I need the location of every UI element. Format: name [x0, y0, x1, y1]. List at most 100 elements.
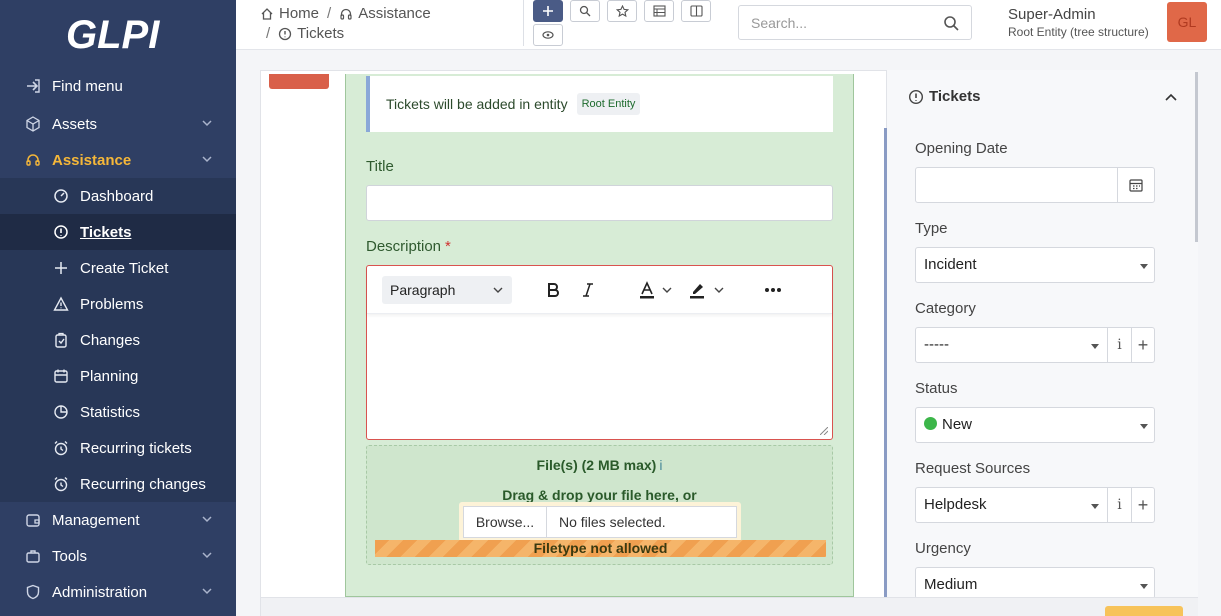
- view-toggle-button[interactable]: [533, 24, 563, 46]
- sidebar-item-planning[interactable]: Planning: [0, 358, 236, 394]
- header-divider: [523, 0, 524, 46]
- info-icon[interactable]: i: [659, 457, 662, 473]
- opening-date-label: Opening Date: [915, 140, 1008, 157]
- sidebar-item-management[interactable]: Management: [0, 502, 236, 538]
- sidebar-item-dashboard[interactable]: Dashboard: [0, 178, 236, 214]
- paragraph-style-select[interactable]: Paragraph: [382, 276, 512, 304]
- search-icon[interactable]: [943, 15, 959, 31]
- calendar-icon: [52, 367, 70, 385]
- chevron-down-icon: [202, 156, 212, 163]
- form-tab-indicator[interactable]: [269, 74, 329, 89]
- sidebar-item-assets[interactable]: Assets: [0, 106, 236, 142]
- request-source-add-button[interactable]: +: [1132, 488, 1154, 522]
- request-source-select[interactable]: Helpdesk: [916, 488, 1108, 522]
- glpi-logo[interactable]: GLPI: [64, 10, 174, 58]
- split-view-button[interactable]: [681, 0, 711, 22]
- chevron-down-icon: [714, 287, 724, 293]
- status-select[interactable]: New: [915, 407, 1155, 443]
- search-input[interactable]: [740, 7, 930, 38]
- italic-button[interactable]: [578, 280, 598, 300]
- urgency-value: Medium: [924, 576, 978, 593]
- sidebar-item-recurring-tickets[interactable]: Recurring tickets: [0, 430, 236, 466]
- eye-check-icon: [542, 31, 554, 39]
- browse-button[interactable]: Browse...: [463, 506, 547, 538]
- user-name: Super-Admin: [1008, 6, 1096, 23]
- shield-icon: [24, 583, 42, 601]
- files-label: File(s) (2 MB max) i: [367, 457, 832, 473]
- caret-down-icon: [1140, 584, 1148, 589]
- urgency-select[interactable]: Medium: [915, 567, 1155, 599]
- type-select[interactable]: Incident: [915, 247, 1155, 283]
- breadcrumb-tickets[interactable]: Tickets: [297, 24, 344, 44]
- type-value: Incident: [924, 256, 977, 273]
- sidebar-item-label: Planning: [80, 367, 139, 385]
- text-color-button[interactable]: [637, 280, 657, 300]
- request-source-label: Request Sources: [915, 460, 1031, 477]
- request-source-field: Helpdesk i +: [915, 487, 1155, 523]
- pie-chart-icon: [52, 403, 70, 421]
- opening-date-field[interactable]: [915, 167, 1155, 203]
- panel-title[interactable]: Tickets: [908, 88, 980, 105]
- highlight-button[interactable]: [687, 280, 707, 300]
- file-dropzone[interactable]: File(s) (2 MB max) i Drag & drop your fil…: [366, 445, 833, 565]
- resize-handle-icon[interactable]: [820, 427, 828, 435]
- sidebar-item-label: Administration: [52, 583, 148, 601]
- sidebar-item-create-ticket[interactable]: Create Ticket: [0, 250, 236, 286]
- avatar[interactable]: GL: [1167, 2, 1207, 42]
- calendar-icon: [1129, 179, 1143, 192]
- sidebar-item-problems[interactable]: Problems: [0, 286, 236, 322]
- gauge-icon: [52, 187, 70, 205]
- type-label: Type: [915, 220, 948, 237]
- category-select[interactable]: -----: [916, 328, 1108, 362]
- category-info-button[interactable]: i: [1108, 328, 1132, 362]
- entity-alert: Tickets will be added in entity Root Ent…: [366, 76, 833, 132]
- title-field[interactable]: [366, 185, 833, 221]
- submit-button[interactable]: [1105, 606, 1183, 616]
- text-color-icon: [640, 281, 654, 299]
- italic-icon: [583, 283, 593, 297]
- panel-accent: [884, 128, 887, 600]
- description-label-text: Description: [366, 238, 442, 255]
- headset-icon: [24, 151, 42, 169]
- sidebar-item-recurring-changes[interactable]: Recurring changes: [0, 466, 236, 502]
- sidebar-item-label: Dashboard: [80, 187, 154, 205]
- sidebar-item-label: Statistics: [80, 403, 141, 421]
- ticket-icon: [279, 27, 292, 41]
- find-menu[interactable]: Find menu: [0, 68, 236, 104]
- user-menu[interactable]: Super-Admin Root Entity (tree structure): [1008, 6, 1149, 39]
- alarm-icon: [52, 439, 70, 457]
- sidebar-item-tickets[interactable]: Tickets: [0, 214, 236, 250]
- more-options-button[interactable]: [763, 280, 783, 300]
- list-icon: [652, 5, 666, 17]
- request-source-info-button[interactable]: i: [1108, 488, 1132, 522]
- chevron-down-icon: [202, 516, 212, 523]
- search-button[interactable]: [570, 0, 600, 22]
- breadcrumb-assistance[interactable]: Assistance: [358, 4, 431, 24]
- sidebar-item-administration[interactable]: Administration: [0, 574, 236, 610]
- text-color-dropdown[interactable]: [661, 280, 673, 300]
- caret-down-icon: [1140, 424, 1148, 429]
- list-button[interactable]: [644, 0, 674, 22]
- bold-button[interactable]: [543, 280, 563, 300]
- breadcrumb-home[interactable]: Home: [279, 4, 319, 24]
- ticket-icon: [52, 223, 70, 241]
- description-editor[interactable]: Paragraph: [366, 265, 833, 440]
- logo-text: GLPI: [66, 13, 160, 57]
- category-label: Category: [915, 300, 976, 317]
- highlight-dropdown[interactable]: [713, 280, 725, 300]
- category-add-button[interactable]: +: [1132, 328, 1154, 362]
- add-button[interactable]: [533, 0, 563, 22]
- sidebar-item-assistance[interactable]: Assistance: [0, 142, 236, 178]
- user-entity: Root Entity (tree structure): [1008, 25, 1149, 39]
- caret-down-icon: [1140, 264, 1148, 269]
- bookmark-button[interactable]: [607, 0, 637, 22]
- title-label: Title: [366, 158, 394, 175]
- chevron-up-icon[interactable]: [1163, 90, 1179, 106]
- sidebar-item-label: Assistance: [52, 151, 132, 169]
- sidebar-item-statistics[interactable]: Statistics: [0, 394, 236, 430]
- sidebar-item-changes[interactable]: Changes: [0, 322, 236, 358]
- find-menu-label: Find menu: [52, 77, 123, 95]
- sidebar-item-tools[interactable]: Tools: [0, 538, 236, 574]
- panel-scrollbar[interactable]: [1195, 72, 1198, 242]
- calendar-button[interactable]: [1117, 168, 1154, 202]
